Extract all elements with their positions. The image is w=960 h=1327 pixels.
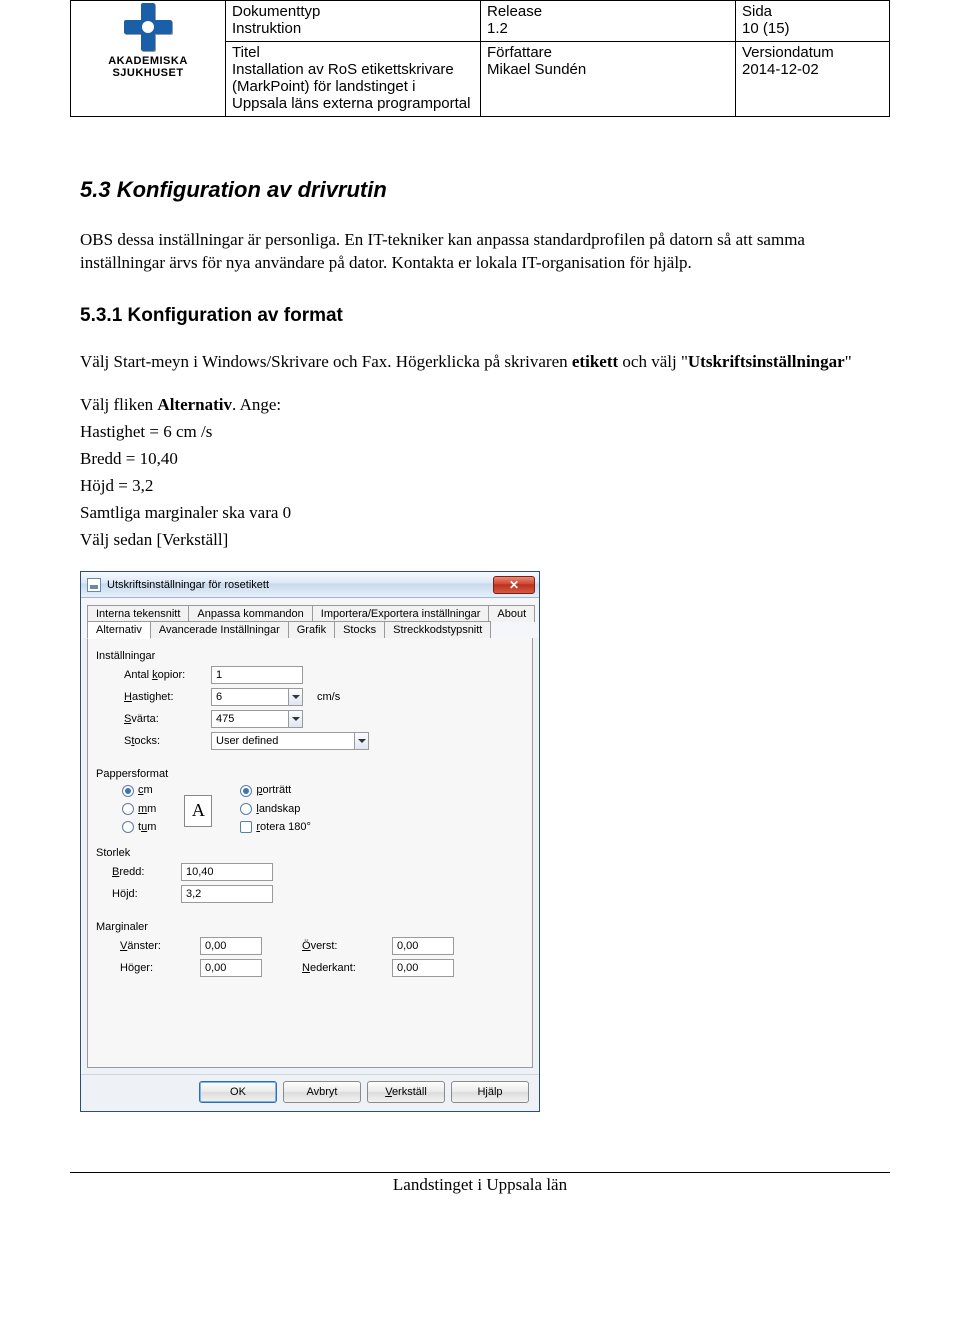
print-settings-dialog: Utskriftsinställningar för rosetikett ✕ …: [80, 571, 540, 1112]
close-button[interactable]: ✕: [493, 576, 535, 594]
group-settings: Antal kopior: Hastighet: cm/s Svärta:: [96, 666, 524, 760]
page-footer: Landstinget i Uppsala län: [70, 1172, 890, 1195]
para-tab-instr: Välj fliken Alternativ. Ange:: [80, 394, 880, 417]
label-stocks: Stocks:: [96, 735, 201, 747]
logo-cell: AKADEMISKA SJUKHUSET: [71, 1, 226, 117]
doc-type-label: Dokumenttyp: [232, 3, 474, 20]
label-height: Höjd:: [96, 888, 171, 900]
orientation-preview-icon: A: [184, 795, 212, 827]
heading-5-3-1: 5.3.1 Konfiguration av format: [80, 305, 880, 327]
cancel-button[interactable]: Avbryt: [283, 1081, 361, 1103]
logo-line2: SJUKHUSET: [112, 67, 183, 79]
check-rotate[interactable]: rotera 180°: [240, 821, 311, 833]
page-value: 10 (15): [742, 20, 790, 37]
tab-streckkod[interactable]: Streckkodstypsnitt: [384, 621, 491, 639]
input-height[interactable]: [181, 885, 273, 903]
para-height: Höjd = 3,2: [80, 475, 880, 498]
para-speed: Hastighet = 6 cm /s: [80, 421, 880, 444]
apply-button[interactable]: Verkställ: [367, 1081, 445, 1103]
page-label: Sida: [742, 3, 883, 20]
tab-row-1: Interna tekensnitt Anpassa kommandon Imp…: [81, 598, 539, 621]
title-value: Installation av RoS etikettskrivare (Mar…: [232, 61, 470, 112]
group-size: Bredd: Höjd:: [96, 863, 524, 913]
label-left: Vänster:: [120, 940, 190, 952]
logo-line1: AKADEMISKA: [108, 55, 188, 67]
para-start-menu: Välj Start-meyn i Windows/Skrivare och F…: [80, 351, 880, 374]
verdate-label: Versiondatum: [742, 44, 883, 61]
radio-cm[interactable]: cm: [122, 784, 156, 796]
tab-anpassa-kommandon[interactable]: Anpassa kommandon: [188, 605, 312, 622]
label-copies: Antal kopior:: [96, 669, 201, 681]
dialog-titlebar[interactable]: Utskriftsinställningar för rosetikett ✕: [81, 572, 539, 598]
radio-tum[interactable]: tum: [122, 821, 156, 833]
chevron-down-icon[interactable]: [288, 689, 302, 705]
group-paper-label: Pappersformat: [96, 768, 524, 780]
release-label: Release: [487, 3, 729, 20]
tab-stocks[interactable]: Stocks: [334, 621, 385, 639]
release-cell: Release 1.2: [481, 1, 736, 42]
input-margin-left[interactable]: [200, 937, 262, 955]
chevron-down-icon[interactable]: [288, 711, 302, 727]
group-size-label: Storlek: [96, 847, 524, 859]
select-stocks[interactable]: [211, 732, 369, 750]
heading-5-3: 5.3 Konfiguration av drivrutin: [80, 177, 880, 203]
doc-header-table: AKADEMISKA SJUKHUSET Dokumenttyp Instruk…: [70, 0, 890, 117]
input-copies[interactable]: [211, 666, 303, 684]
dialog-title: Utskriftsinställningar för rosetikett: [107, 579, 269, 591]
author-cell: Författare Mikael Sundén: [481, 42, 736, 117]
tab-import-export[interactable]: Importera/Exportera inställningar: [312, 605, 490, 622]
help-button[interactable]: Hjälp: [451, 1081, 529, 1103]
tab-alternativ[interactable]: Alternativ: [87, 621, 151, 639]
hospital-cross-icon: [124, 3, 172, 51]
input-margin-top[interactable]: [392, 937, 454, 955]
radio-landscape[interactable]: landskap: [240, 803, 311, 815]
title-cell: Titel Installation av RoS etikettskrivar…: [226, 42, 481, 117]
group-margin-label: Marginaler: [96, 921, 524, 933]
group-margin: Vänster: Överst: Höger: Nederkant:: [96, 937, 524, 977]
para-width: Bredd = 10,40: [80, 448, 880, 471]
group-paper: cm mm tum A porträtt landskap rotera 180…: [96, 784, 524, 838]
verdate-cell: Versiondatum 2014-12-02: [736, 42, 890, 117]
para-apply: Välj sedan [Verkställ]: [80, 529, 880, 552]
tab-panel-alternativ: Inställningar Antal kopior: Hastighet: c…: [87, 638, 533, 1068]
release-value: 1.2: [487, 20, 508, 37]
dialog-button-bar: OK Avbryt Verkställ Hjälp: [81, 1074, 539, 1111]
label-top: Överst:: [302, 940, 382, 952]
label-bottom: Nederkant:: [302, 962, 382, 974]
label-right: Höger:: [120, 962, 190, 974]
group-settings-label: Inställningar: [96, 650, 524, 662]
input-margin-bottom[interactable]: [392, 959, 454, 977]
verdate-value: 2014-12-02: [742, 61, 819, 78]
chevron-down-icon[interactable]: [354, 733, 368, 749]
tab-avancerade[interactable]: Avancerade Inställningar: [150, 621, 289, 639]
author-value: Mikael Sundén: [487, 61, 586, 78]
tab-row-2: Alternativ Avancerade Inställningar Graf…: [81, 620, 539, 638]
label-dark: Svärta:: [96, 713, 201, 725]
label-width: Bredd:: [96, 866, 171, 878]
input-width[interactable]: [181, 863, 273, 881]
unit-speed: cm/s: [317, 691, 340, 703]
label-speed: Hastighet:: [96, 691, 201, 703]
doc-type-cell: Dokumenttyp Instruktion: [226, 1, 481, 42]
tab-interna-tekensnitt[interactable]: Interna tekensnitt: [87, 605, 189, 622]
para-margins: Samtliga marginaler ska vara 0: [80, 502, 880, 525]
page-cell: Sida 10 (15): [736, 1, 890, 42]
input-margin-right[interactable]: [200, 959, 262, 977]
printer-icon: [87, 578, 101, 592]
radio-mm[interactable]: mm: [122, 803, 156, 815]
author-label: Författare: [487, 44, 729, 61]
para-intro: OBS dessa inställningar är personliga. E…: [80, 229, 880, 275]
close-icon: ✕: [509, 579, 519, 591]
tab-grafik[interactable]: Grafik: [288, 621, 335, 639]
radio-portrait[interactable]: porträtt: [240, 784, 311, 796]
title-label: Titel: [232, 44, 474, 61]
ok-button[interactable]: OK: [199, 1081, 277, 1103]
tab-about[interactable]: About: [488, 605, 535, 622]
doc-type-value: Instruktion: [232, 20, 301, 37]
